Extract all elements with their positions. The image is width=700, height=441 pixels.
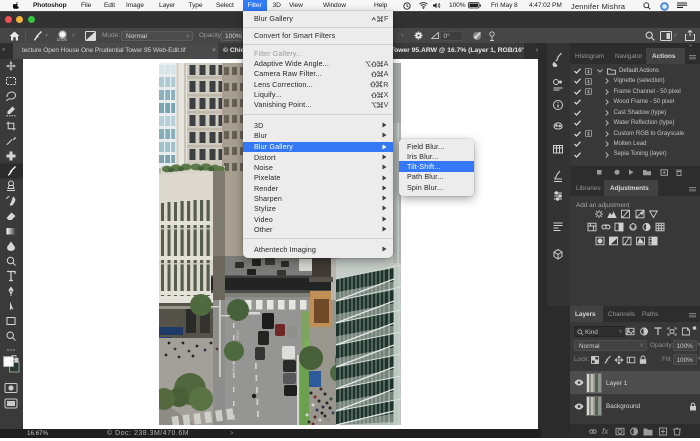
svg-text:fx: fx <box>602 427 609 436</box>
svg-text:ONLY: ONLY <box>232 362 236 373</box>
svg-text:ONLY: ONLY <box>236 329 240 340</box>
